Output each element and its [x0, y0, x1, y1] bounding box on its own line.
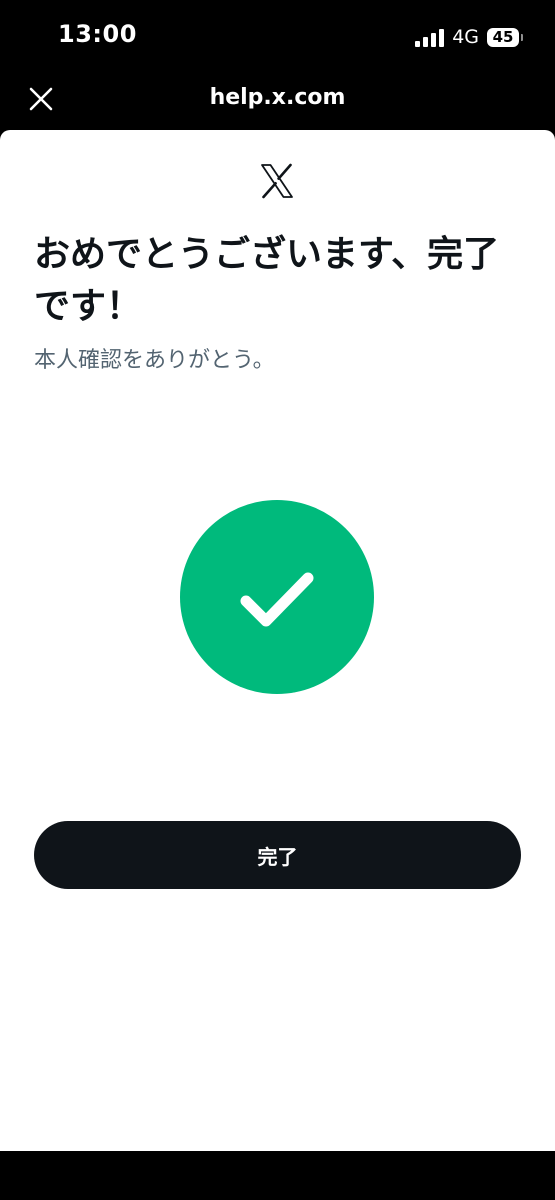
- page-title: おめでとうございます、完了です！: [34, 234, 500, 327]
- status-bar: 13:00 4G 45: [0, 0, 555, 72]
- browser-header: help.x.com: [0, 72, 555, 130]
- x-logo-icon: [261, 163, 293, 199]
- network-type: 4G: [452, 26, 479, 48]
- done-button[interactable]: 完了: [34, 821, 521, 889]
- battery-icon: 45: [487, 27, 523, 47]
- bottom-bar: [0, 1151, 555, 1200]
- cellular-signal-icon: [415, 27, 445, 47]
- page-url-title: help.x.com: [209, 85, 346, 110]
- status-time: 13:00: [58, 20, 137, 48]
- checkmark-icon: [240, 572, 314, 627]
- status-indicators: 4G 45: [415, 25, 523, 49]
- screen: 13:00 4G 45 help.x.com おめでとうございます、完了です！ …: [0, 0, 555, 1200]
- content-sheet: おめでとうございます、完了です！ 本人確認をありがとう。 完了: [0, 130, 555, 1151]
- success-badge: [180, 500, 374, 694]
- subtitle-text: 本人確認をありがとう。: [34, 348, 275, 373]
